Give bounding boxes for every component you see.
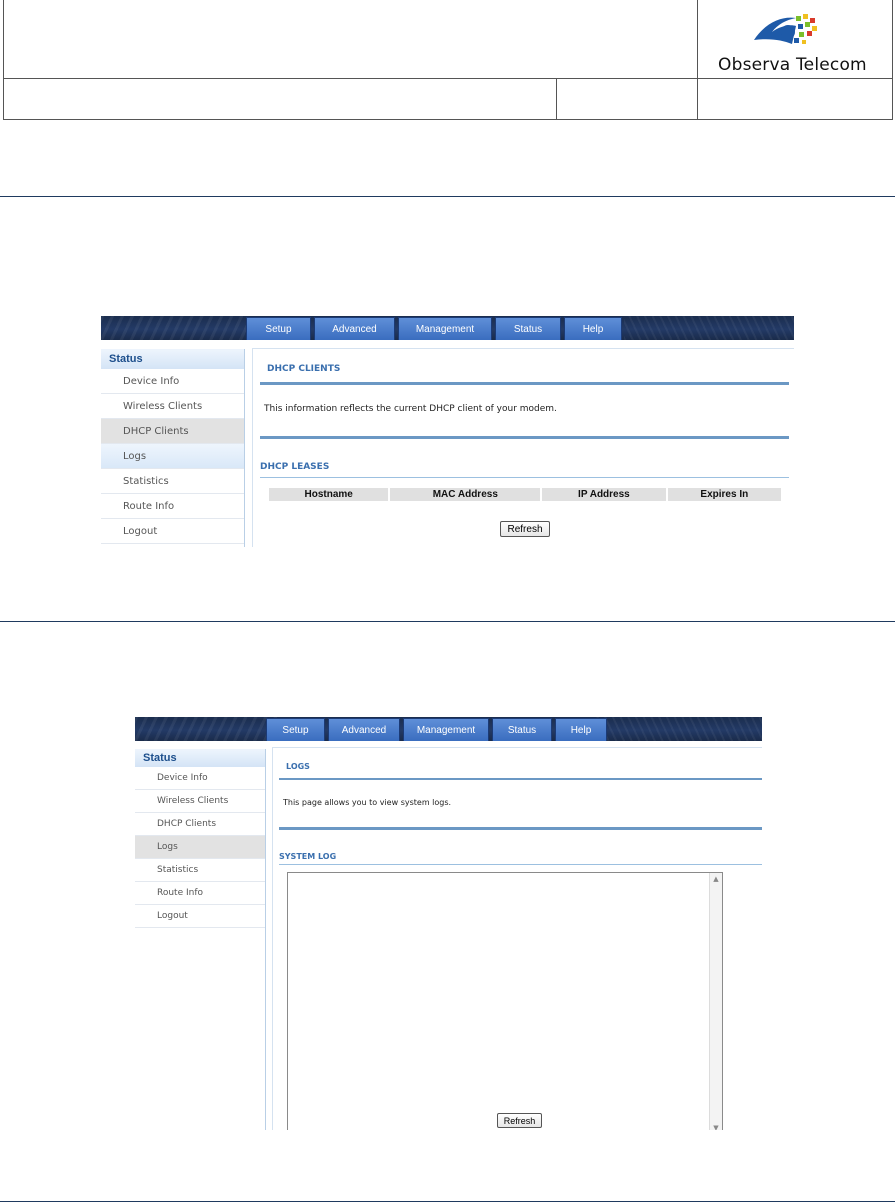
scroll-up-arrow-icon[interactable]: ▲ bbox=[711, 874, 721, 884]
tab-setup[interactable]: Setup bbox=[266, 718, 325, 741]
header-title-cell bbox=[3, 0, 698, 79]
column-expires-in: Expires In bbox=[667, 488, 781, 501]
description-rule bbox=[279, 827, 762, 830]
sidebar-title: Status bbox=[101, 349, 244, 369]
section-title: LOGS bbox=[286, 762, 310, 771]
nav-tabs: Setup Advanced Management Status Help bbox=[246, 317, 625, 340]
system-log-content bbox=[288, 873, 722, 879]
description-rule bbox=[260, 436, 789, 439]
content-panel: LOGS This page allows you to view system… bbox=[272, 747, 762, 1130]
sidebar-item-statistics[interactable]: Statistics bbox=[101, 469, 244, 494]
page-description: This information reflects the current DH… bbox=[264, 404, 557, 414]
tab-advanced[interactable]: Advanced bbox=[314, 317, 395, 340]
sidebar-item-logout[interactable]: Logout bbox=[135, 905, 265, 928]
scroll-down-arrow-icon[interactable]: ▼ bbox=[711, 1123, 721, 1130]
section-divider bbox=[0, 196, 895, 197]
log-scrollbar[interactable] bbox=[709, 873, 722, 1130]
section-divider bbox=[0, 1201, 895, 1202]
column-hostname: Hostname bbox=[269, 488, 389, 501]
tab-advanced[interactable]: Advanced bbox=[328, 718, 400, 741]
section-divider bbox=[0, 621, 895, 622]
tab-status[interactable]: Status bbox=[495, 317, 561, 340]
sidebar-item-route-info[interactable]: Route Info bbox=[101, 494, 244, 519]
sidebar-item-wireless-clients[interactable]: Wireless Clients bbox=[101, 394, 244, 419]
sidebar-item-dhcp-clients[interactable]: DHCP Clients bbox=[101, 419, 244, 444]
page-description: This page allows you to view system logs… bbox=[283, 798, 452, 807]
subsection-rule bbox=[279, 864, 762, 865]
header-info-cell-3 bbox=[697, 78, 893, 120]
content-panel: DHCP CLIENTS This information reflects t… bbox=[252, 348, 794, 547]
tab-management[interactable]: Management bbox=[398, 317, 492, 340]
router-screenshot-dhcp: Setup Advanced Management Status Help St… bbox=[101, 316, 794, 547]
nav-tabs: Setup Advanced Management Status Help bbox=[266, 718, 610, 741]
sidebar-item-logs[interactable]: Logs bbox=[135, 836, 265, 859]
header-logo-cell: Observa Telecom bbox=[697, 0, 893, 79]
refresh-button[interactable]: Refresh bbox=[497, 1113, 542, 1128]
subsection-title: SYSTEM LOG bbox=[279, 852, 337, 861]
header-info-cell-1 bbox=[3, 78, 557, 120]
document-header: Observa Telecom bbox=[3, 0, 893, 120]
section-title: DHCP CLIENTS bbox=[267, 364, 341, 374]
refresh-button[interactable]: Refresh bbox=[500, 521, 550, 537]
tab-setup[interactable]: Setup bbox=[246, 317, 311, 340]
title-rule bbox=[260, 382, 789, 385]
column-mac-address: MAC Address bbox=[390, 488, 541, 501]
sidebar-item-wireless-clients[interactable]: Wireless Clients bbox=[135, 790, 265, 813]
sidebar-item-statistics[interactable]: Statistics bbox=[135, 859, 265, 882]
sidebar-item-logout[interactable]: Logout bbox=[101, 519, 244, 544]
tab-management[interactable]: Management bbox=[403, 718, 489, 741]
subsection-title: DHCP LEASES bbox=[260, 462, 330, 472]
sidebar-title: Status bbox=[135, 749, 265, 767]
sidebar-item-dhcp-clients[interactable]: DHCP Clients bbox=[135, 813, 265, 836]
dhcp-leases-table: Hostname MAC Address IP Address Expires … bbox=[267, 486, 783, 503]
sidebar-item-device-info[interactable]: Device Info bbox=[101, 369, 244, 394]
subsection-rule bbox=[260, 477, 789, 478]
system-log-textarea[interactable]: ▲ ▼ bbox=[287, 872, 723, 1130]
status-sidebar: Status Device Info Wireless Clients DHCP… bbox=[101, 349, 245, 547]
column-ip-address: IP Address bbox=[542, 488, 666, 501]
sidebar-item-logs[interactable]: Logs bbox=[101, 444, 244, 469]
table-header-row: Hostname MAC Address IP Address Expires … bbox=[269, 488, 781, 501]
tab-help[interactable]: Help bbox=[564, 317, 622, 340]
header-info-cell-2 bbox=[556, 78, 698, 120]
observa-eye-logo bbox=[754, 14, 817, 44]
tab-status[interactable]: Status bbox=[492, 718, 552, 741]
sidebar-item-device-info[interactable]: Device Info bbox=[135, 767, 265, 790]
tab-help[interactable]: Help bbox=[555, 718, 607, 741]
sidebar-item-route-info[interactable]: Route Info bbox=[135, 882, 265, 905]
status-sidebar: Status Device Info Wireless Clients DHCP… bbox=[135, 749, 266, 1130]
title-rule bbox=[279, 778, 762, 780]
router-screenshot-logs: Setup Advanced Management Status Help St… bbox=[135, 717, 762, 1130]
logo-wordmark: Observa Telecom bbox=[718, 55, 867, 75]
